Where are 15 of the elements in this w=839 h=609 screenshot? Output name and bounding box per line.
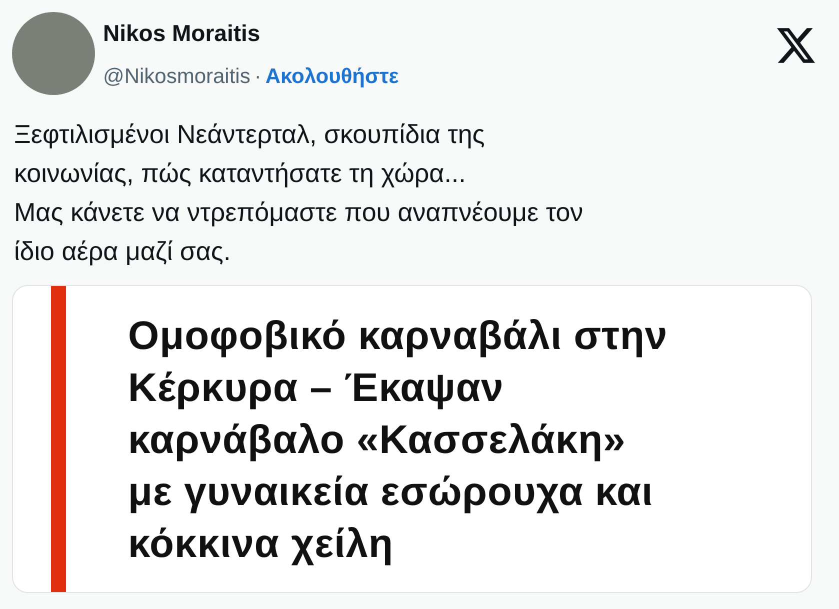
tweet-text-line: ίδιο αέρα μαζί σας. bbox=[14, 235, 231, 268]
author-handle[interactable]: @Nikosmoraitis bbox=[103, 64, 250, 89]
tweet-text-line: Ξεφτιλισμένοι Νεάντερταλ, σκουπίδια της bbox=[14, 118, 485, 151]
follow-link[interactable]: Ακολουθήστε bbox=[265, 64, 399, 89]
headline-line: με γυναικεία εσώρουχα και bbox=[128, 469, 654, 516]
x-logo-icon[interactable] bbox=[777, 28, 815, 63]
tweet-text-line: Μας κάνετε να ντρεπόμαστε που αναπνέουμε τον bbox=[14, 196, 584, 229]
author-name[interactable]: Nikos Moraitis bbox=[103, 20, 399, 48]
headline-line: Ομοφοβικό καρναβάλι στην bbox=[128, 313, 668, 360]
headline-line: καρνάβαλο «Κασσελάκη» bbox=[128, 417, 626, 464]
headline-line: κόκκινα χείλη bbox=[128, 521, 394, 568]
headline-line: Κέρκυρα – Έκαψαν bbox=[128, 365, 504, 412]
media-card[interactable]: Ομοφοβικό καρναβάλι στην Κέρκυρα – Έκαψαν καρνάβαλο «Κασσελάκη» με γυναικεία εσώρουχα και κόκκινα χείλη bbox=[12, 285, 812, 593]
separator-dot: · bbox=[254, 64, 262, 89]
tweet-text-line: κοινωνίας, πώς καταντήσατε τη χώρα... bbox=[14, 157, 466, 190]
